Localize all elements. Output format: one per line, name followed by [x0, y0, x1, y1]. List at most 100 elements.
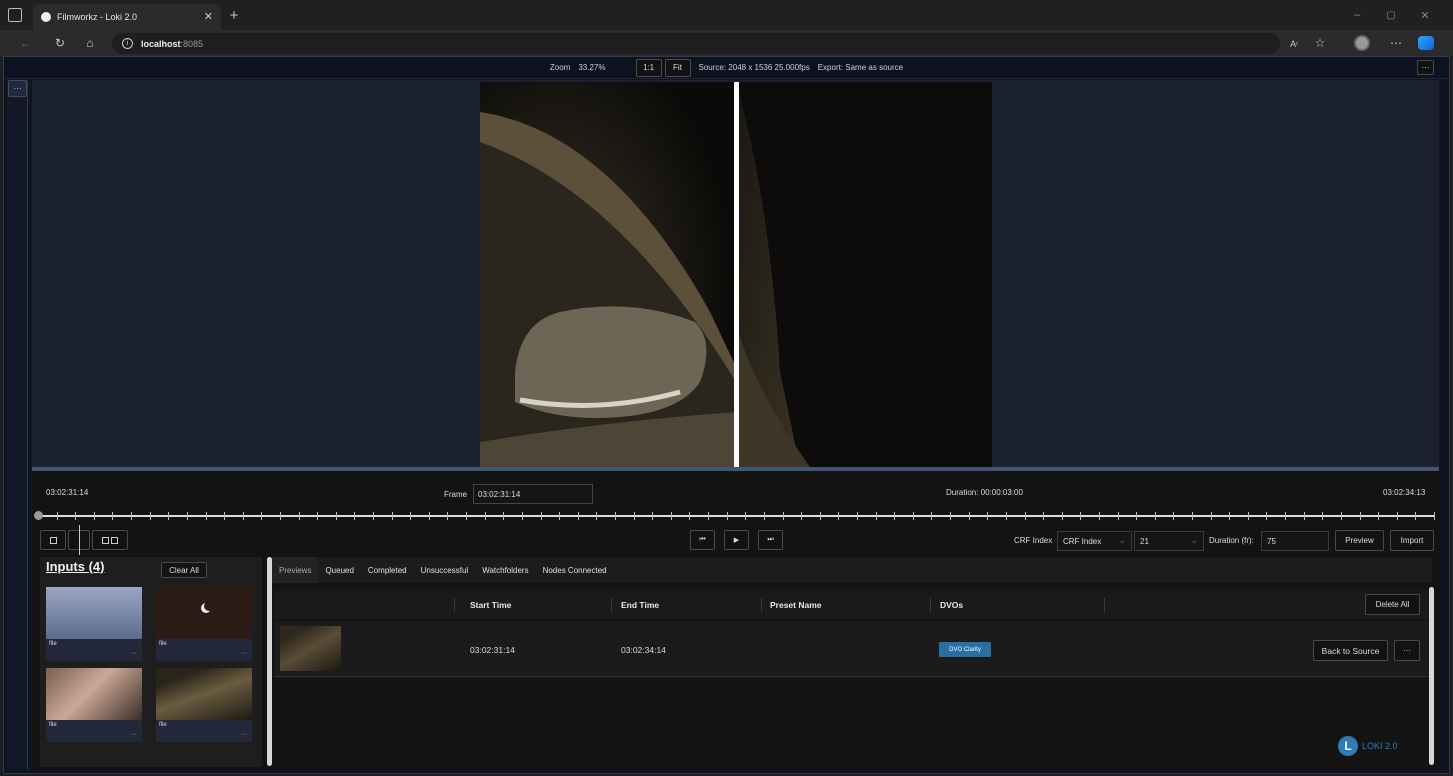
- back-icon[interactable]: ←: [18, 35, 34, 51]
- import-button[interactable]: Import: [1390, 530, 1434, 551]
- timeline-tick: [75, 512, 76, 520]
- timeline-tick: [913, 512, 914, 520]
- col-dvos: DVOs: [940, 600, 964, 610]
- timeline-tick: [1341, 512, 1342, 520]
- sidebar-toggle-icon[interactable]: [8, 8, 22, 22]
- input-thumbnail[interactable]: file ···: [46, 587, 142, 661]
- timeline-tick: [1136, 512, 1137, 520]
- single-view-button[interactable]: [40, 530, 66, 550]
- timeline-tick: [950, 512, 951, 520]
- zoom-1to1-button[interactable]: 1:1: [635, 58, 662, 77]
- thumbnail-label: file: [159, 722, 167, 728]
- left-panel-more-button[interactable]: ···: [8, 80, 27, 97]
- table-header: Start Time End Time Preset Name DVOs: [274, 591, 1432, 619]
- browser-tab-title: Filmworkz - Loki 2.0: [57, 12, 138, 22]
- table-scrollbar[interactable]: [1429, 587, 1434, 765]
- timeline-tick: [783, 512, 784, 520]
- timeline-tick: [243, 512, 244, 520]
- thumbnail-more-button[interactable]: ···: [240, 731, 247, 738]
- browser-menu-icon[interactable]: ⋯: [1388, 35, 1404, 51]
- split-view-button[interactable]: [68, 525, 90, 555]
- app-favicon-icon: [41, 12, 51, 22]
- tab-unsuccessful[interactable]: Unsuccessful: [414, 557, 476, 583]
- read-aloud-icon[interactable]: Aı: [1286, 36, 1302, 52]
- timeline-tick: [206, 512, 207, 520]
- restore-icon[interactable]: ▢: [1384, 8, 1398, 22]
- thumbnail-more-button[interactable]: ···: [130, 650, 137, 657]
- col-end-time: End Time: [621, 600, 660, 610]
- input-thumbnail[interactable]: file ···: [156, 587, 252, 661]
- crf-value-select[interactable]: 21 ⌄: [1134, 531, 1204, 551]
- timeline-tick: [1322, 512, 1323, 520]
- crf-select[interactable]: CRF Index ⌄: [1057, 531, 1132, 551]
- timeline-tick: [299, 512, 300, 520]
- play-button[interactable]: ▶: [724, 530, 749, 550]
- row-thumbnail: [280, 626, 341, 671]
- timeline-tick: [1360, 512, 1361, 520]
- timeline-tick: [857, 512, 858, 520]
- timeline-tick: [820, 512, 821, 520]
- tab-watchfolders[interactable]: Watchfolders: [475, 557, 535, 583]
- timeline-tick: [1118, 512, 1119, 520]
- tab-close-icon[interactable]: ✕: [204, 10, 213, 23]
- timeline-tick: [559, 512, 560, 520]
- timeline-tick: [354, 512, 355, 520]
- clear-all-button[interactable]: Clear All: [161, 562, 207, 578]
- export-info: Export: Same as source: [817, 63, 904, 72]
- tab-previews[interactable]: Previews: [272, 557, 319, 583]
- timeline-tick: [745, 512, 746, 520]
- crf-label: CRF Index: [1014, 536, 1053, 545]
- zoom-fit-button[interactable]: Fit: [664, 58, 691, 77]
- thumbnail-label: file: [49, 722, 57, 728]
- tab-completed[interactable]: Completed: [361, 557, 414, 583]
- reload-icon[interactable]: ↻: [52, 35, 68, 51]
- info-icon[interactable]: i: [122, 38, 133, 49]
- col-divider: [611, 598, 612, 612]
- input-thumbnail[interactable]: file ···: [156, 668, 252, 742]
- url-field[interactable]: i localhost:8085: [112, 33, 1280, 54]
- delete-all-button[interactable]: Delete All: [1365, 594, 1420, 615]
- browser-tab[interactable]: Filmworkz - Loki 2.0 ✕: [33, 4, 221, 30]
- timeline-playhead[interactable]: [34, 511, 43, 520]
- tab-queued[interactable]: Queued: [318, 557, 360, 583]
- timeline-tick: [373, 512, 374, 520]
- minimize-icon[interactable]: –: [1350, 8, 1364, 22]
- copilot-icon[interactable]: [1418, 36, 1434, 50]
- inputs-scrollbar[interactable]: [267, 557, 272, 766]
- timeline-tick: [1006, 512, 1007, 520]
- thumbnail-more-button[interactable]: ···: [130, 731, 137, 738]
- home-icon[interactable]: ⌂: [82, 35, 98, 51]
- col-divider: [454, 598, 455, 612]
- timeline-tick: [1378, 512, 1379, 520]
- table-row[interactable]: 03:02:31:14 03:02:34:14 DVO Clarity Back…: [274, 621, 1432, 677]
- timeline-tick: [987, 512, 988, 520]
- timeline-tick: [671, 512, 672, 520]
- window-close-icon[interactable]: ✕: [1418, 8, 1432, 22]
- timeline-tick: [447, 512, 448, 520]
- timeline-tick: [1434, 512, 1435, 520]
- timeline-tick: [280, 512, 281, 520]
- timeline-tick: [876, 512, 877, 520]
- new-tab-icon[interactable]: +: [226, 7, 242, 24]
- preview-button[interactable]: Preview: [1335, 530, 1384, 551]
- timeline-tick: [1062, 512, 1063, 520]
- profile-avatar[interactable]: [1354, 35, 1370, 51]
- jobs-tabs: Previews Queued Completed Unsuccessful W…: [272, 557, 1432, 583]
- next-frame-button[interactable]: ⏭: [758, 530, 783, 550]
- input-thumbnail[interactable]: file ···: [46, 668, 142, 742]
- timeline-tick: [1173, 512, 1174, 520]
- thumbnail-image: [156, 668, 252, 720]
- duration-field[interactable]: [1261, 531, 1329, 551]
- frame-field[interactable]: [473, 484, 593, 504]
- row-more-button[interactable]: ···: [1394, 640, 1420, 661]
- thumbnail-more-button[interactable]: ···: [240, 650, 247, 657]
- tab-nodes-connected[interactable]: Nodes Connected: [536, 557, 614, 583]
- back-to-source-button[interactable]: Back to Source: [1313, 640, 1388, 661]
- timeline-tick: [485, 512, 486, 520]
- timeline-tick: [969, 512, 970, 520]
- prev-frame-button[interactable]: ⏮: [690, 530, 715, 550]
- timeline-tick: [541, 512, 542, 520]
- viewer-more-button[interactable]: ···: [1417, 60, 1434, 75]
- side-by-side-button[interactable]: [92, 530, 128, 550]
- favorite-icon[interactable]: ☆: [1312, 35, 1328, 51]
